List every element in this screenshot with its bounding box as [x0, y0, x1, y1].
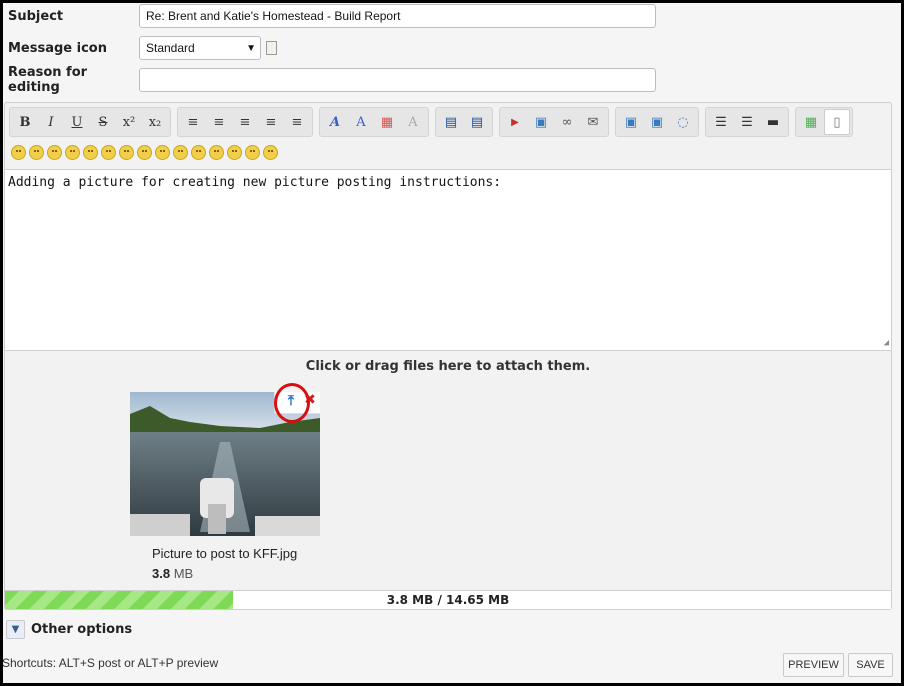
message-icon-label: Message icon [8, 40, 107, 56]
smilie-icon[interactable] [101, 145, 116, 160]
smilie-icon[interactable] [227, 145, 242, 160]
upload-progress-text: 3.8 MB / 14.65 MB [386, 593, 510, 607]
rule-icon[interactable]: ▬ [760, 109, 786, 135]
other-options-toggle[interactable]: ▼ Other options [6, 620, 132, 639]
bold-icon[interactable]: B [12, 109, 38, 135]
subscript-icon[interactable]: x₂ [142, 109, 168, 135]
smilie-icon[interactable] [155, 145, 170, 160]
attachment-filename: Picture to post to KFF.jpg [152, 546, 298, 561]
message-icon-value: Standard [146, 41, 195, 55]
smilie-icon[interactable] [137, 145, 152, 160]
link-icon[interactable]: ∞ [554, 109, 580, 135]
resize-grip-icon[interactable]: ◢ [884, 338, 889, 348]
align-left-icon[interactable]: ≡ [180, 109, 206, 135]
page-icon [266, 41, 277, 55]
icon-row: Message icon [8, 36, 138, 60]
smilie-icon[interactable] [65, 145, 80, 160]
italic-icon[interactable]: I [38, 109, 64, 135]
attachment-size: 3.8 MB [152, 566, 193, 581]
color-icon[interactable]: ▦ [374, 109, 400, 135]
outdent-icon[interactable]: ▤ [438, 109, 464, 135]
smilie-icon[interactable] [119, 145, 134, 160]
code-icon[interactable]: ▣ [644, 109, 670, 135]
smilie-icon[interactable] [191, 145, 206, 160]
source-icon[interactable]: ▯ [824, 109, 850, 135]
smilie-icon[interactable] [11, 145, 26, 160]
message-text: Adding a picture for creating new pictur… [8, 175, 502, 190]
message-textarea[interactable]: Adding a picture for creating new pictur… [5, 169, 891, 351]
smilie-icon[interactable] [173, 145, 188, 160]
smilie-icon[interactable] [245, 145, 260, 160]
indent-icon[interactable]: ▤ [464, 109, 490, 135]
other-options-label: Other options [31, 622, 133, 637]
font-group: A A ▦ A [319, 107, 429, 137]
editor: B I U S x² x₂ ≡ ≡ ≡ ≡ ≡ A A ▦ A ▤ ▤ ▶ ▣ … [4, 102, 892, 610]
highlight-circle [274, 383, 310, 423]
insert-icon[interactable]: ▣ [618, 109, 644, 135]
smilie-icon[interactable] [209, 145, 224, 160]
mode-group: ▦ ▯ [795, 107, 853, 137]
editor-toolbar: B I U S x² x₂ ≡ ≡ ≡ ≡ ≡ A A ▦ A ▤ ▤ ▶ ▣ … [9, 107, 853, 137]
reason-input[interactable] [139, 68, 656, 92]
quote-icon[interactable]: ◌ [670, 109, 696, 135]
subject-label: Subject [8, 8, 64, 24]
subject-row: Subject [8, 4, 138, 28]
wysiwyg-toggle-icon[interactable]: ▦ [798, 109, 824, 135]
reason-row: Reason for editing [8, 65, 138, 95]
align-group: ≡ ≡ ≡ ≡ ≡ [177, 107, 313, 137]
font-icon[interactable]: A [322, 109, 348, 135]
image-icon[interactable]: ▣ [528, 109, 554, 135]
preview-button[interactable]: PREVIEW [783, 653, 844, 677]
upload-progress: 3.8 MB / 14.65 MB [5, 590, 891, 609]
align-right-icon[interactable]: ≡ [258, 109, 284, 135]
indent-group: ▤ ▤ [435, 107, 493, 137]
media-group: ▶ ▣ ∞ ✉ [499, 107, 609, 137]
insert-group: ▣ ▣ ◌ [615, 107, 699, 137]
smilie-icon[interactable] [47, 145, 62, 160]
numbered-list-icon[interactable]: ☰ [734, 109, 760, 135]
youtube-icon[interactable]: ▶ [502, 109, 528, 135]
smilie-icon[interactable] [83, 145, 98, 160]
reason-label: Reason for editing [8, 65, 88, 95]
superscript-icon[interactable]: x² [116, 109, 142, 135]
smilies-bar [11, 145, 278, 160]
align-center2-icon[interactable]: ≡ [232, 109, 258, 135]
save-button[interactable]: SAVE [848, 653, 893, 677]
align-center-icon[interactable]: ≡ [206, 109, 232, 135]
chevron-down-icon: ▼ [6, 620, 25, 639]
chevron-down-icon: ▼ [246, 43, 256, 54]
smilie-icon[interactable] [29, 145, 44, 160]
bullet-list-icon[interactable]: ☰ [708, 109, 734, 135]
format-group: B I U S x² x₂ [9, 107, 171, 137]
subject-input[interactable]: Re: Brent and Katie's Homestead - Build … [139, 4, 656, 28]
drop-hint[interactable]: Click or drag files here to attach them. [5, 359, 891, 374]
font-size-icon[interactable]: A [348, 109, 374, 135]
underline-icon[interactable]: U [64, 109, 90, 135]
strike-icon[interactable]: S [90, 109, 116, 135]
list-group: ☰ ☰ ▬ [705, 107, 789, 137]
shortcuts-hint: Shortcuts: ALT+S post or ALT+P preview [2, 656, 219, 670]
attachment-size-unit: MB [173, 566, 194, 581]
smilie-icon[interactable] [263, 145, 278, 160]
message-icon-select[interactable]: Standard ▼ [139, 36, 261, 60]
justify-icon[interactable]: ≡ [284, 109, 310, 135]
email-icon[interactable]: ✉ [580, 109, 606, 135]
attachment-size-value: 3.8 [152, 566, 171, 581]
remove-format-icon[interactable]: A [400, 109, 426, 135]
